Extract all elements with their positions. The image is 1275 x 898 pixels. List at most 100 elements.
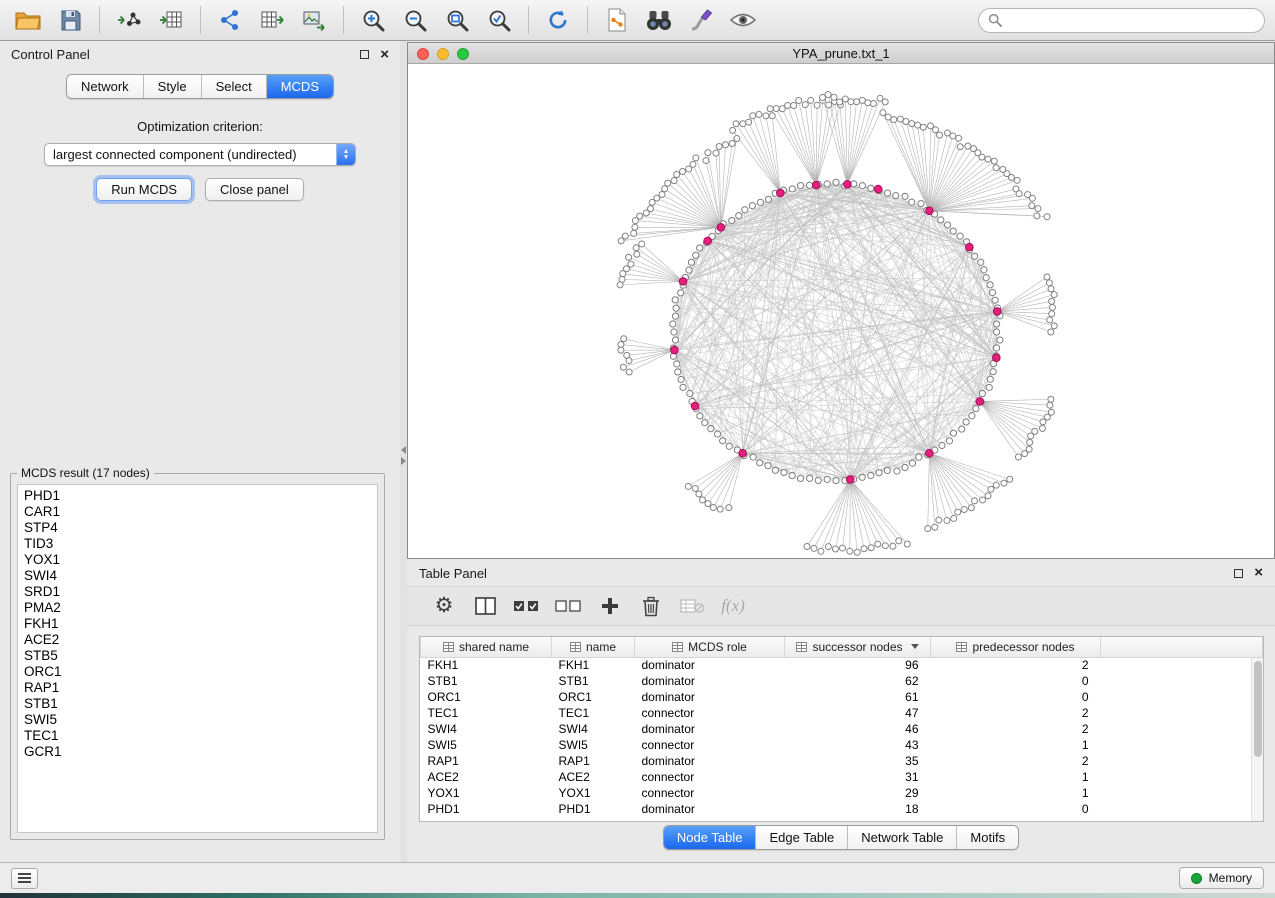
collapse-left-icon[interactable] [401,446,406,454]
toolbar-separator [99,6,100,34]
open-session-button[interactable] [10,4,46,37]
table-settings-button[interactable]: ⚙ [431,591,457,621]
search-input[interactable] [1008,12,1255,29]
table-row[interactable]: YOX1YOX1connector291 [421,785,1263,801]
mcds-result-list[interactable]: PHD1CAR1STP4TID3YOX1SWI4SRD1PMA2FKH1ACE2… [17,484,378,833]
table-cell: FKH1 [421,657,552,673]
close-panel-button[interactable]: Close panel [205,178,304,201]
mcds-result-item[interactable]: PMA2 [24,600,371,616]
mcds-result-item[interactable]: TEC1 [24,728,371,744]
global-search-field[interactable] [978,8,1265,33]
table-cell: 2 [931,753,1101,769]
table-row[interactable]: SWI4SWI4dominator462 [421,721,1263,737]
window-traffic-lights [417,48,469,60]
zoom-fit-button[interactable] [439,4,475,37]
scrollbar-thumb[interactable] [1254,661,1262,757]
deselect-all-rows-button[interactable] [555,591,582,621]
save-icon [60,10,81,31]
import-table-button[interactable] [153,4,189,37]
mcds-result-item[interactable]: ACE2 [24,632,371,648]
run-mcds-button[interactable]: Run MCDS [96,178,192,201]
mcds-result-item[interactable]: STP4 [24,520,371,536]
show-columns-button[interactable] [472,591,498,621]
task-history-button[interactable] [11,868,38,889]
function-builder-button[interactable]: f(x) [720,591,746,621]
mcds-result-item[interactable]: RAP1 [24,680,371,696]
column-header-predecessor-nodes[interactable]: predecessor nodes [931,637,1101,657]
network-view-panel: YPA_prune.txt_1 [407,42,1275,559]
table-cell: SWI5 [421,737,552,753]
table-row[interactable]: FKH1FKH1dominator962 [421,657,1263,673]
vertical-splitter[interactable] [400,41,407,862]
maximize-window-icon[interactable] [457,48,469,60]
save-session-button[interactable] [52,4,88,37]
mcds-result-item[interactable]: SRD1 [24,584,371,600]
close-window-icon[interactable] [417,48,429,60]
mcds-result-item[interactable]: GCR1 [24,744,371,760]
mcds-result-item[interactable]: YOX1 [24,552,371,568]
add-column-button[interactable] [597,591,623,621]
table-row[interactable]: SWI5SWI5connector431 [421,737,1263,753]
tab-edge-table[interactable]: Edge Table [756,826,848,849]
mcds-result-item[interactable]: TID3 [24,536,371,552]
tab-motifs[interactable]: Motifs [957,826,1018,849]
mcds-result-item[interactable]: FKH1 [24,616,371,632]
zoom-out-button[interactable] [397,4,433,37]
export-network-button[interactable] [212,4,248,37]
tab-mcds[interactable]: MCDS [267,75,333,98]
share-document-button[interactable] [599,4,635,37]
table-row[interactable]: ACE2ACE2connector311 [421,769,1263,785]
mcds-result-item[interactable]: CAR1 [24,504,371,520]
zoom-selected-button[interactable] [481,4,517,37]
delete-table-button[interactable] [679,591,705,621]
network-view-titlebar[interactable]: YPA_prune.txt_1 [408,43,1274,64]
close-panel-icon[interactable]: × [380,50,389,60]
search-network-button[interactable] [641,4,677,37]
splitter-collapse-icons[interactable] [400,446,407,465]
zoom-in-button[interactable] [355,4,391,37]
mcds-result-item[interactable]: SWI5 [24,712,371,728]
style-brush-button[interactable] [683,4,719,37]
tab-select[interactable]: Select [202,75,267,98]
import-network-button[interactable] [111,4,147,37]
table-panel: Table Panel × ⚙ [407,560,1275,862]
table-row[interactable]: RAP1RAP1dominator352 [421,753,1263,769]
table-row[interactable]: TEC1TEC1connector472 [421,705,1263,721]
column-header-shared-name[interactable]: shared name [421,637,552,657]
refresh-view-button[interactable] [540,4,576,37]
column-header-mcds-role[interactable]: MCDS role [635,637,785,657]
mcds-result-item[interactable]: STB5 [24,648,371,664]
float-table-panel-icon[interactable] [1234,569,1243,578]
tab-node-table[interactable]: Node Table [664,826,757,849]
table-cell: dominator [635,753,785,769]
tab-network[interactable]: Network [67,75,144,98]
float-panel-icon[interactable] [360,50,369,59]
select-all-rows-button[interactable] [513,591,540,621]
expand-right-icon[interactable] [401,457,406,465]
export-table-button[interactable] [254,4,290,37]
import-network-icon [116,9,142,31]
table-row[interactable]: STB1STB1dominator620 [421,673,1263,689]
export-image-button[interactable] [296,4,332,37]
close-table-panel-icon[interactable]: × [1254,568,1263,578]
mcds-result-item[interactable]: SWI4 [24,568,371,584]
mcds-result-item[interactable]: ORC1 [24,664,371,680]
optimization-criterion-dropdown[interactable]: largest connected component (undirected)… [44,143,356,166]
minimize-window-icon[interactable] [437,48,449,60]
memory-button[interactable]: Memory [1179,867,1264,889]
delete-column-button[interactable] [638,591,664,621]
column-header-name[interactable]: name [552,637,635,657]
mcds-result-item[interactable]: PHD1 [24,488,371,504]
table-cell: 1 [931,785,1101,801]
tab-style[interactable]: Style [144,75,202,98]
mcds-result-item[interactable]: STB1 [24,696,371,712]
table-row[interactable]: ORC1ORC1dominator610 [421,689,1263,705]
show-hide-button[interactable] [725,4,761,37]
table-vertical-scrollbar[interactable] [1251,658,1263,821]
tab-network-table[interactable]: Network Table [848,826,957,849]
column-header-successor-nodes[interactable]: successor nodes [785,637,931,657]
table-cell: 2 [931,705,1101,721]
column-type-icon [956,642,967,652]
table-row[interactable]: PHD1PHD1dominator180 [421,801,1263,817]
network-canvas[interactable] [408,64,1274,558]
